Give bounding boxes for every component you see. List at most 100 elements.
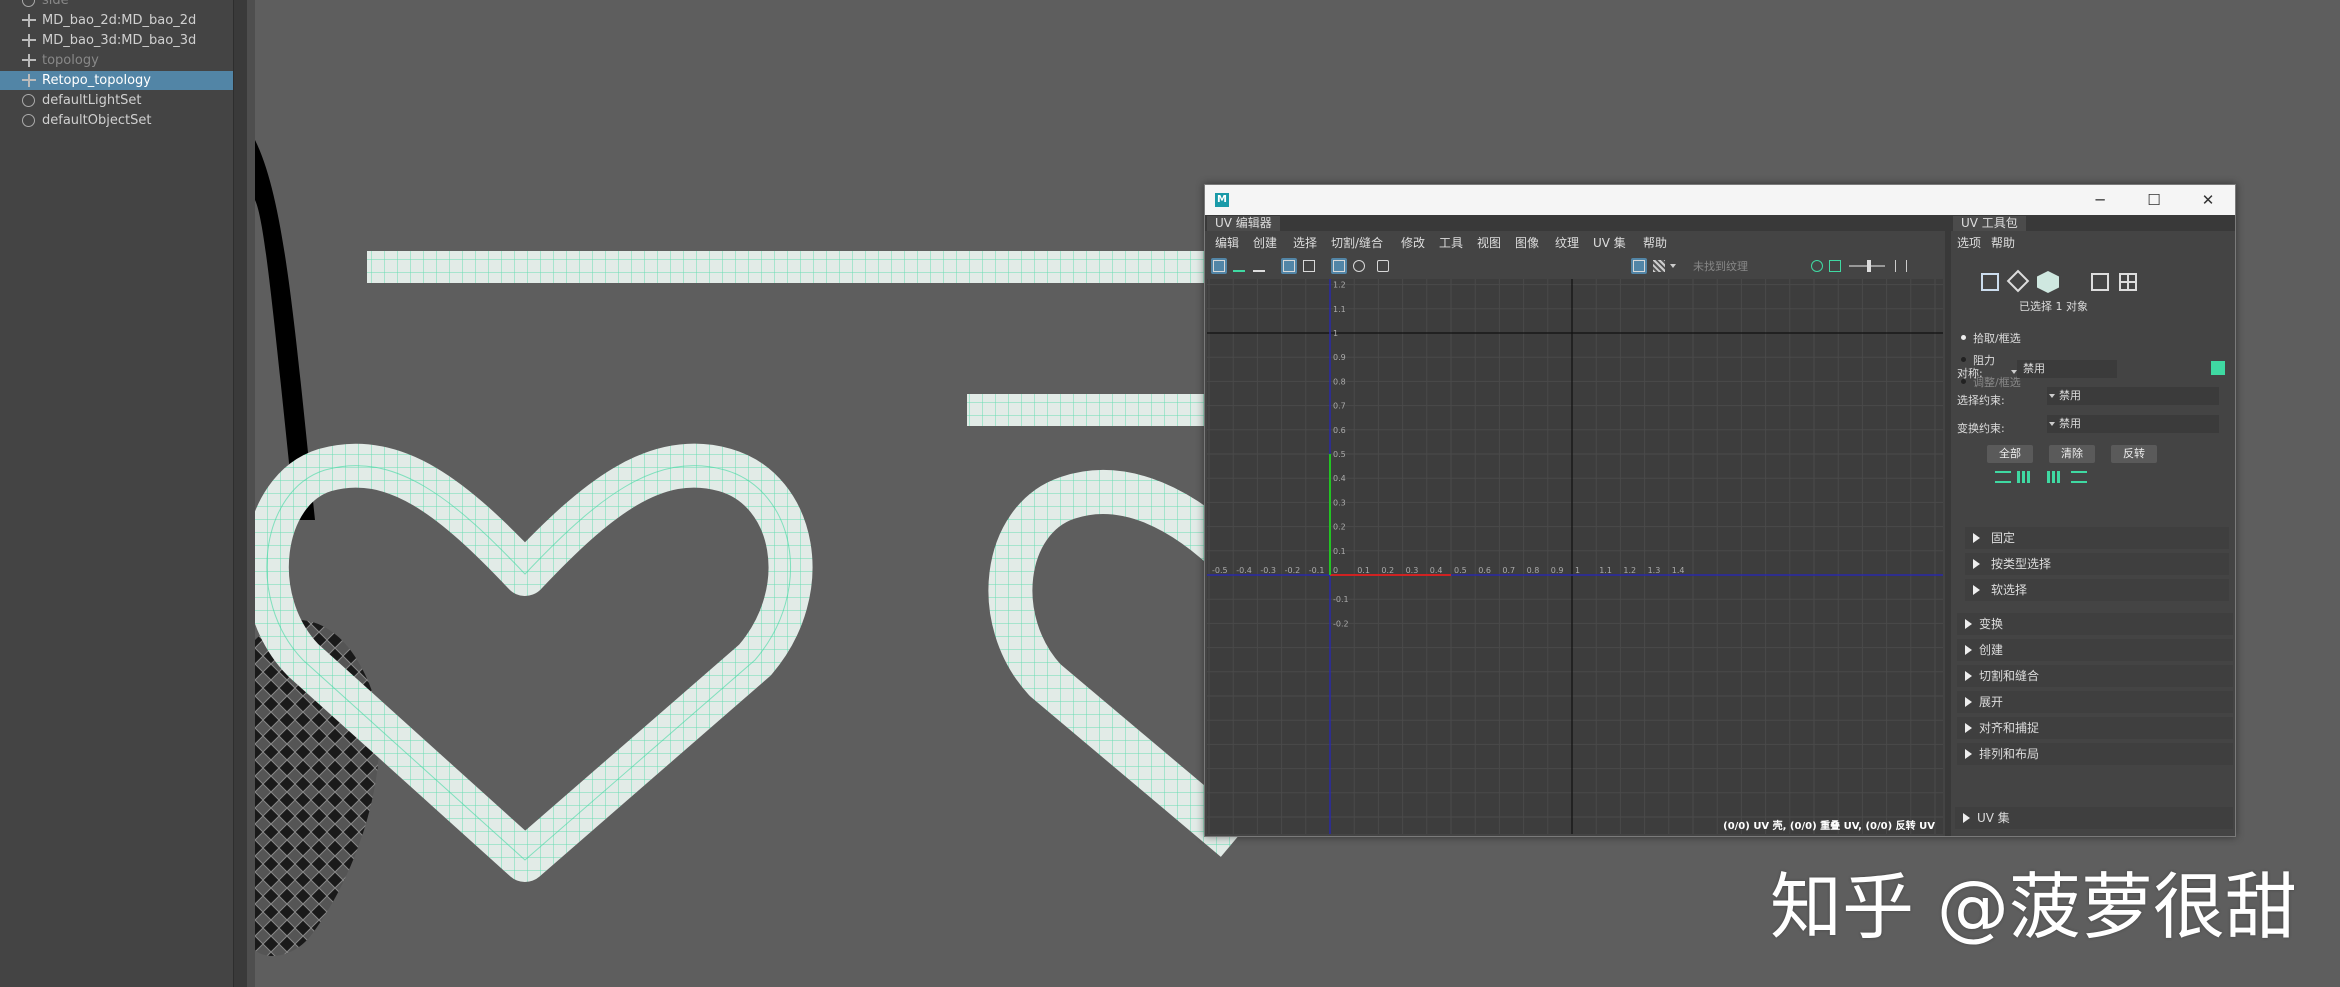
u-tick-label: -0.5 — [1212, 566, 1228, 575]
shrink-selection-icon[interactable] — [2017, 471, 2031, 483]
uv-canvas[interactable]: -0.5 -0.4 -0.3 -0.2 -0.1 0 0.1 0.2 0.3 0.4 0.5 0.6 0… — [1207, 279, 1943, 834]
outliner-item[interactable]: defaultObjectSet — [0, 111, 233, 130]
v-tick-label: -0.1 — [1333, 595, 1349, 604]
group-icon — [22, 54, 36, 67]
vertex-mode-icon[interactable] — [2006, 269, 2030, 293]
menu-item[interactable]: 工具 — [1439, 234, 1463, 251]
tab-uv-editor[interactable]: UV 编辑器 — [1207, 216, 1280, 231]
u-tick-label: -0.2 — [1285, 566, 1301, 575]
outliner-item[interactable]: topology — [0, 51, 233, 70]
snapshot-icon[interactable] — [1375, 258, 1391, 274]
menu-item[interactable]: 选择 — [1293, 234, 1317, 251]
radio-button[interactable] — [1961, 335, 1966, 340]
face-mode-icon[interactable] — [2037, 271, 2059, 293]
exposure-slider[interactable] — [1849, 258, 1885, 274]
frame-icon[interactable] — [1281, 258, 1297, 274]
editor-tab-bar: UV 编辑器 — [1205, 215, 1945, 231]
close-button[interactable]: ✕ — [2181, 185, 2235, 215]
section-0[interactable]: 变换 — [1957, 613, 2233, 635]
section-4[interactable]: 对齐和捕捉 — [1957, 717, 2233, 739]
subsection-0[interactable]: 固定 — [1965, 527, 2229, 549]
uv-mode-icon[interactable] — [2091, 273, 2109, 291]
object-mode-icon[interactable] — [1981, 273, 1999, 291]
outliner-item[interactable]: Retopo_topology — [0, 71, 233, 90]
menu-item[interactable]: 纹理 — [1555, 234, 1579, 251]
steps-icon[interactable] — [1251, 258, 1267, 274]
select-border-icon[interactable] — [2047, 471, 2061, 483]
outliner-scrollbar[interactable] — [233, 0, 248, 987]
menu-help[interactable]: 帮助 — [1991, 234, 2015, 251]
bar-chart-icon[interactable] — [1231, 258, 1247, 274]
section-label: 排列和布局 — [1979, 747, 2040, 761]
section-label: UV 集 — [1977, 811, 2010, 825]
section-label: 按类型选择 — [1991, 557, 2052, 571]
grid-icon[interactable] — [1331, 258, 1347, 274]
symmetry-dropdown[interactable]: 禁用 — [2017, 360, 2117, 378]
menu-options[interactable]: 选项 — [1957, 234, 1981, 251]
v-tick-label: 0.8 — [1333, 377, 1346, 386]
section-1[interactable]: 创建 — [1957, 639, 2233, 661]
u-tick-label: -0.4 — [1236, 566, 1252, 575]
menu-item[interactable]: 修改 — [1401, 234, 1425, 251]
u-tick-label: 0.8 — [1527, 566, 1540, 575]
radio-button[interactable] — [1961, 357, 1966, 362]
panel-icon[interactable] — [1301, 258, 1317, 274]
refresh-icon[interactable] — [1809, 258, 1825, 274]
image-display-icon[interactable] — [1631, 258, 1647, 274]
window-titlebar[interactable]: M ─ ☐ ✕ — [1205, 185, 2235, 215]
outliner-item[interactable]: MD_bao_2d:MD_bao_2d — [0, 11, 233, 30]
chevron-down-icon — [2049, 394, 2055, 398]
triangle-right-icon — [1973, 585, 1980, 595]
invert-button[interactable]: 反转 — [2111, 445, 2157, 463]
section-2[interactable]: 切割和缝合 — [1957, 665, 2233, 687]
u-tick-label: 0.6 — [1478, 566, 1491, 575]
subsection-1[interactable]: 按类型选择 — [1965, 553, 2229, 575]
minimize-button[interactable]: ─ — [2073, 185, 2127, 215]
texture-icon[interactable] — [1827, 258, 1843, 274]
outliner-item-label: topology — [42, 53, 99, 68]
menu-item[interactable]: 视图 — [1477, 234, 1501, 251]
tab-uv-toolkit[interactable]: UV 工具包 — [1953, 216, 2026, 231]
subsection-2[interactable]: 软选择 — [1965, 579, 2229, 601]
transform-constraint-dropdown[interactable]: 禁用 — [2047, 415, 2219, 433]
select-loop-icon[interactable] — [2071, 471, 2087, 483]
outliner-item[interactable]: side — [0, 0, 233, 10]
section-3[interactable]: 展开 — [1957, 691, 2233, 713]
chevron-down-icon[interactable] — [1669, 258, 1677, 274]
select-all-button[interactable]: 全部 — [1987, 445, 2033, 463]
selected-count: 已选择 1 对象 — [2019, 300, 2088, 313]
set-icon — [22, 0, 35, 7]
selection-mode-label[interactable]: 拾取/框选 — [1973, 330, 2021, 346]
clear-button[interactable]: 清除 — [2049, 445, 2095, 463]
menu-item[interactable]: UV 集 — [1593, 234, 1626, 251]
panel-splitter[interactable] — [247, 0, 255, 987]
shell-mode-icon[interactable] — [2119, 273, 2137, 291]
transform-constraint-label: 变换约束: — [1957, 422, 2005, 435]
menu-item[interactable]: 切割/缝合 — [1331, 234, 1383, 251]
outliner-item[interactable]: MD_bao_3d:MD_bao_3d — [0, 31, 233, 50]
uv-shell-select-icon[interactable] — [1211, 258, 1227, 274]
maximize-button[interactable]: ☐ — [2127, 185, 2181, 215]
checker-icon[interactable] — [1651, 258, 1667, 274]
u-tick-label: -0.3 — [1260, 566, 1276, 575]
outliner-item[interactable]: defaultLightSet — [0, 91, 233, 110]
section-uv-sets[interactable]: UV 集 — [1955, 807, 2233, 829]
uv-editor-panel: UV 编辑器 编辑 创建 选择 切割/缝合 修改 工具 视图 图像 纹理 UV 集帮助 未找到纹理… — [1205, 215, 1945, 836]
triangle-right-icon — [1973, 559, 1980, 569]
select-constraint-dropdown[interactable]: 禁用 — [2047, 387, 2219, 405]
split-icon[interactable] — [1893, 258, 1909, 274]
u-tick-label: -0.1 — [1309, 566, 1325, 575]
menu-item[interactable]: 编辑 — [1215, 234, 1239, 251]
triangle-right-icon — [1965, 671, 1972, 681]
menu-item[interactable]: 图像 — [1515, 234, 1539, 251]
section-5[interactable]: 排列和布局 — [1957, 743, 2233, 765]
uv-editor-window[interactable]: M ─ ☐ ✕ UV 编辑器 编辑 创建 选择 切割/缝合 修改 工具 视图 图像 纹理 UV 集… — [1204, 184, 2236, 837]
section-label: 固定 — [1991, 531, 2016, 545]
menu-item[interactable]: 帮助 — [1643, 234, 1667, 251]
menu-item[interactable]: 创建 — [1253, 234, 1277, 251]
triangle-right-icon — [1965, 749, 1972, 759]
symmetry-extra-icon[interactable] — [2211, 361, 2225, 375]
target-icon[interactable] — [1351, 258, 1367, 274]
triangle-right-icon — [1965, 697, 1972, 707]
grow-selection-icon[interactable] — [1995, 471, 2011, 483]
